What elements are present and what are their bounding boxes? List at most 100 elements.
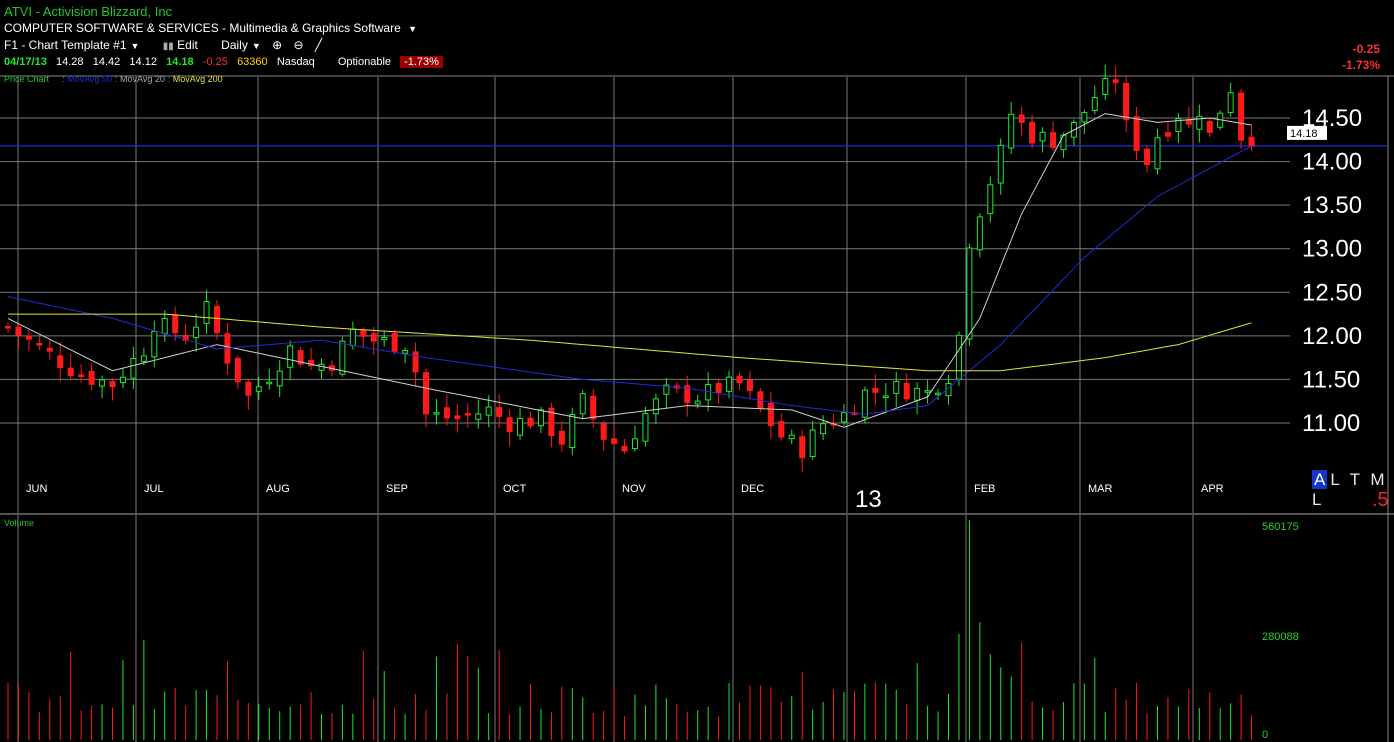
legend-separator: : xyxy=(62,74,65,84)
candle-body xyxy=(276,370,283,387)
candle-body xyxy=(1238,92,1245,141)
x-tick-label: DEC xyxy=(741,483,764,495)
candle-body xyxy=(151,330,158,358)
candle-body xyxy=(997,144,1004,184)
candle-body xyxy=(349,328,356,347)
candle-body xyxy=(621,445,628,452)
candle-body xyxy=(46,347,53,352)
candle-body xyxy=(767,402,774,426)
x-tick-label: MAR xyxy=(1088,483,1113,495)
x-tick-label: JUL xyxy=(144,483,164,495)
candle-body xyxy=(130,358,137,379)
y-tick-label: 13.50 xyxy=(1302,192,1362,219)
candle-body xyxy=(193,326,200,339)
candle-body xyxy=(652,398,659,415)
candle-body xyxy=(402,350,409,354)
candle-body xyxy=(25,335,32,340)
candle-body xyxy=(203,301,210,324)
legend-separator: : xyxy=(168,74,171,84)
candle-body xyxy=(1008,113,1015,149)
candle-body xyxy=(1144,148,1151,166)
candle-body xyxy=(36,343,43,346)
candle-body xyxy=(600,423,607,440)
candle-body xyxy=(987,184,994,215)
y-tick-label: 14.00 xyxy=(1302,149,1362,176)
candle-body xyxy=(5,326,11,329)
y-tick-label: 11.50 xyxy=(1302,366,1360,393)
candle-body xyxy=(318,363,325,371)
candle-body xyxy=(1102,78,1109,95)
legend-entry: MovAvg 50 xyxy=(67,74,112,84)
x-tick-label: FEB xyxy=(974,483,995,495)
candle-body xyxy=(339,340,346,375)
candle-body xyxy=(433,412,440,415)
x-tick-label: SEP xyxy=(386,483,408,495)
candle-body xyxy=(1060,134,1067,151)
candle-body xyxy=(1154,137,1161,170)
candle-body xyxy=(99,379,106,387)
legend-entry: MovAvg 20 xyxy=(120,74,165,84)
candle-body xyxy=(558,430,565,445)
candle-body xyxy=(381,337,388,341)
x-tick-label: OCT xyxy=(503,483,527,495)
volume-tick-label: 0 xyxy=(1262,729,1268,741)
candle-body xyxy=(1164,132,1171,137)
candle-body xyxy=(1206,120,1213,133)
candle-body xyxy=(778,421,785,438)
volume-tick-label: 560175 xyxy=(1262,521,1299,533)
candle-body xyxy=(1039,131,1046,142)
legend-separator: : xyxy=(115,74,118,84)
moving-average-line xyxy=(7,113,1252,428)
legend-entry: Price Chart xyxy=(4,74,50,84)
candle-body xyxy=(15,326,22,336)
candle-body xyxy=(412,351,419,373)
volume-tick-label: 280088 xyxy=(1262,631,1299,643)
y-tick-label: 13.00 xyxy=(1302,236,1362,263)
x-tick-label: APR xyxy=(1201,483,1224,495)
candle-body xyxy=(1123,82,1130,121)
candle-body xyxy=(976,216,983,251)
candle-body xyxy=(924,390,931,393)
candle-body xyxy=(579,393,586,415)
candle-body xyxy=(391,333,398,352)
candle-body xyxy=(726,376,733,392)
candle-body xyxy=(88,371,95,385)
candle-body xyxy=(517,418,524,436)
candle-body xyxy=(370,333,377,342)
x-tick-label: JUN xyxy=(26,483,47,495)
candle-body xyxy=(109,381,116,388)
candle-body xyxy=(935,392,942,396)
candle-body xyxy=(1081,112,1088,123)
candle-body xyxy=(642,413,649,442)
moving-average-line xyxy=(7,145,1252,415)
candle-body xyxy=(172,314,179,334)
candle-body xyxy=(214,306,220,334)
candle-body xyxy=(799,436,806,459)
candle-body xyxy=(234,357,241,383)
volume-legend: Volume xyxy=(4,518,34,528)
candle-body xyxy=(903,382,910,400)
price-and-volume-chart[interactable]: JUN JUL AUG SEP OCT NOV DEC 13 FEB MAR APR 11.00 11.… xyxy=(0,0,1394,742)
candle-body xyxy=(1227,92,1234,114)
candle-body xyxy=(1248,136,1255,147)
candle-body xyxy=(1018,114,1025,123)
candle-body xyxy=(485,406,492,416)
candle-body xyxy=(736,375,743,384)
candle-body xyxy=(464,413,471,416)
candle-body xyxy=(255,386,262,392)
candle-body xyxy=(1029,121,1036,144)
candle-body xyxy=(569,413,576,449)
y-tick-label: 12.50 xyxy=(1302,279,1362,306)
candle-body xyxy=(506,417,513,433)
current-price-label: 14.18 xyxy=(1290,128,1318,140)
candle-body xyxy=(914,388,921,401)
candle-body xyxy=(861,389,868,418)
candle-body xyxy=(788,434,795,440)
x-tick-label: AUG xyxy=(266,483,290,495)
legend-entry: MovAvg 200 xyxy=(173,74,223,84)
candle-body xyxy=(78,374,85,378)
altml-subvalue: .5 xyxy=(1372,489,1389,511)
candle-body xyxy=(872,387,879,393)
candle-body xyxy=(966,247,973,340)
candle-body xyxy=(893,380,900,394)
